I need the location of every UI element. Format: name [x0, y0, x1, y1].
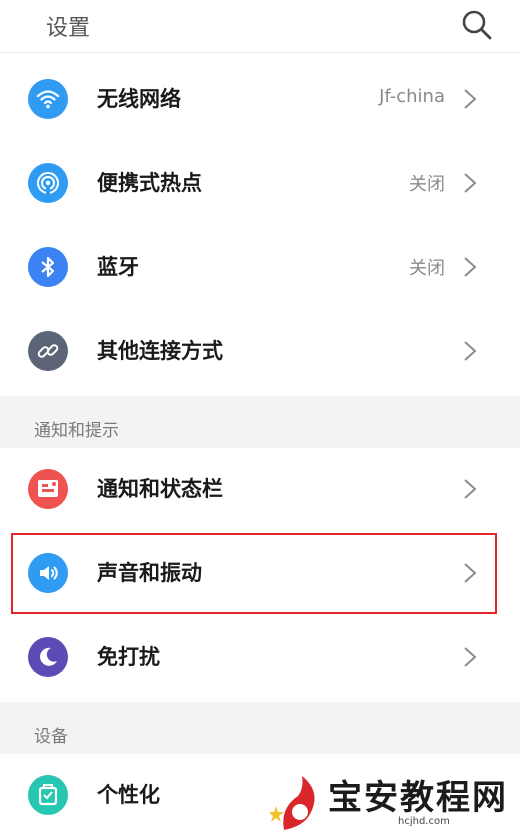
settings-row-other-connections[interactable]: 其他连接方式 [0, 310, 520, 394]
moon-icon [28, 637, 68, 677]
section-title: 设备 [34, 727, 68, 747]
row-value: 关闭 [409, 258, 445, 279]
settings-row-notifications[interactable]: 通知和状态栏 [0, 448, 520, 532]
chevron-right-icon [464, 89, 477, 109]
settings-row-wifi[interactable]: 无线网络 Jf-china [0, 58, 520, 142]
chevron-right-icon [464, 173, 477, 193]
row-value: Jf-china [379, 86, 445, 107]
notification-icon [28, 469, 68, 509]
personalize-icon [28, 775, 68, 815]
watermark-text: 宝安教程网 [328, 778, 508, 818]
settings-row-bluetooth[interactable]: 蓝牙 关闭 [0, 226, 520, 310]
section-header-device: 设备 [0, 702, 520, 754]
section-header-notifications: 通知和提示 [0, 396, 520, 448]
watermark-logo-icon [270, 776, 315, 830]
row-value: 关闭 [409, 174, 445, 195]
row-label: 个性化 [97, 783, 160, 807]
hotspot-icon [28, 163, 68, 203]
chevron-right-icon [464, 647, 477, 667]
header-bar: 设置 [0, 0, 520, 53]
search-icon[interactable] [460, 8, 494, 42]
wifi-icon [28, 79, 68, 119]
watermark-url: hcjhd.com [398, 816, 450, 827]
settings-row-do-not-disturb[interactable]: 免打扰 [0, 616, 520, 700]
chevron-right-icon [464, 257, 477, 277]
page-title: 设置 [46, 16, 91, 41]
highlight-box [11, 533, 497, 614]
row-label: 无线网络 [97, 87, 181, 111]
bluetooth-icon [28, 247, 68, 287]
watermark: 宝安教程网 hcjhd.com [270, 770, 520, 832]
row-label: 免打扰 [97, 645, 160, 669]
row-label: 其他连接方式 [97, 339, 223, 363]
settings-row-hotspot[interactable]: 便携式热点 关闭 [0, 142, 520, 226]
chevron-right-icon [464, 479, 477, 499]
section-title: 通知和提示 [34, 421, 119, 441]
chevron-right-icon [464, 341, 477, 361]
link-icon [28, 331, 68, 371]
row-label: 通知和状态栏 [97, 477, 223, 501]
row-label: 蓝牙 [97, 255, 139, 279]
row-label: 便携式热点 [97, 171, 202, 195]
